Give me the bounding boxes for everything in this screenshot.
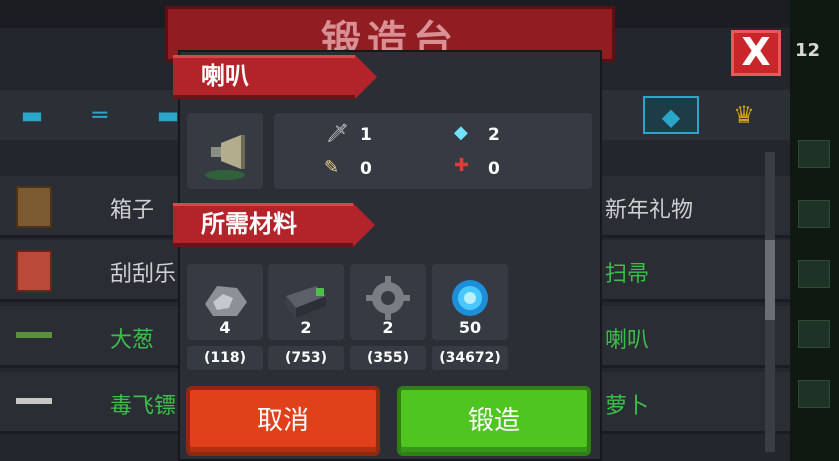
scallion-icon — [16, 332, 52, 338]
list-item-right: 萝卜 — [605, 394, 650, 419]
list-item-left: 毒飞镖 — [110, 394, 177, 419]
material-stock: (355) — [350, 346, 426, 370]
stat-crit: 0 — [360, 159, 372, 179]
side-strip — [790, 0, 839, 461]
crown-icon[interactable]: ♛ — [716, 96, 772, 134]
material-qty: 4 — [219, 318, 231, 337]
item-name-ribbon: 喇叭 — [173, 55, 377, 99]
side-block — [798, 140, 830, 168]
list-item-left: 大葱 — [110, 328, 155, 353]
side-block — [798, 320, 830, 348]
horn-icon — [205, 135, 245, 180]
material-stock: (753) — [268, 346, 344, 370]
sword-icon: 🗡 — [326, 123, 349, 144]
fish-weapon-icon[interactable]: ◆ — [643, 96, 699, 134]
energy-diamond-icon: ◆ — [454, 122, 468, 143]
item-preview — [187, 113, 263, 189]
material-stock: (34672) — [432, 346, 508, 370]
material-qty: 50 — [458, 318, 482, 337]
stat-accuracy: 0 — [488, 159, 500, 179]
list-item-left: 箱子 — [110, 198, 155, 223]
close-button[interactable]: X — [731, 30, 781, 76]
forge-button[interactable]: 锻造 — [397, 386, 591, 456]
dart-icon — [16, 398, 52, 404]
crosshair-icon: ✚ — [454, 155, 470, 176]
list-item-right: 扫帚 — [605, 262, 650, 287]
pistol-icon[interactable]: ▬ — [4, 96, 60, 134]
side-block — [798, 380, 830, 408]
stat-energy: 2 — [488, 125, 500, 145]
rifle-icon[interactable]: ═ — [72, 96, 128, 134]
materials-ribbon: 所需材料 — [173, 203, 375, 247]
list-item-right: 新年礼物 — [605, 198, 694, 223]
list-item-left: 刮刮乐 — [110, 262, 177, 287]
crit-icon: ✎ — [324, 157, 340, 178]
material-qty: 2 — [300, 318, 312, 337]
cancel-button[interactable]: 取消 — [186, 386, 380, 456]
material-stock: (118) — [187, 346, 263, 370]
list-item-right: 喇叭 — [605, 328, 650, 353]
item-stats: 🗡 1 ◆ 2 ✎ 0 ✚ 0 — [274, 113, 592, 189]
scrollbar-thumb[interactable] — [765, 240, 775, 320]
side-block — [798, 200, 830, 228]
side-block — [798, 260, 830, 288]
material-qty: 2 — [382, 318, 394, 337]
counter-badge: 12 — [795, 40, 821, 61]
crate-icon — [16, 186, 52, 228]
scratch-card-icon — [16, 250, 52, 292]
stat-damage: 1 — [360, 125, 372, 145]
